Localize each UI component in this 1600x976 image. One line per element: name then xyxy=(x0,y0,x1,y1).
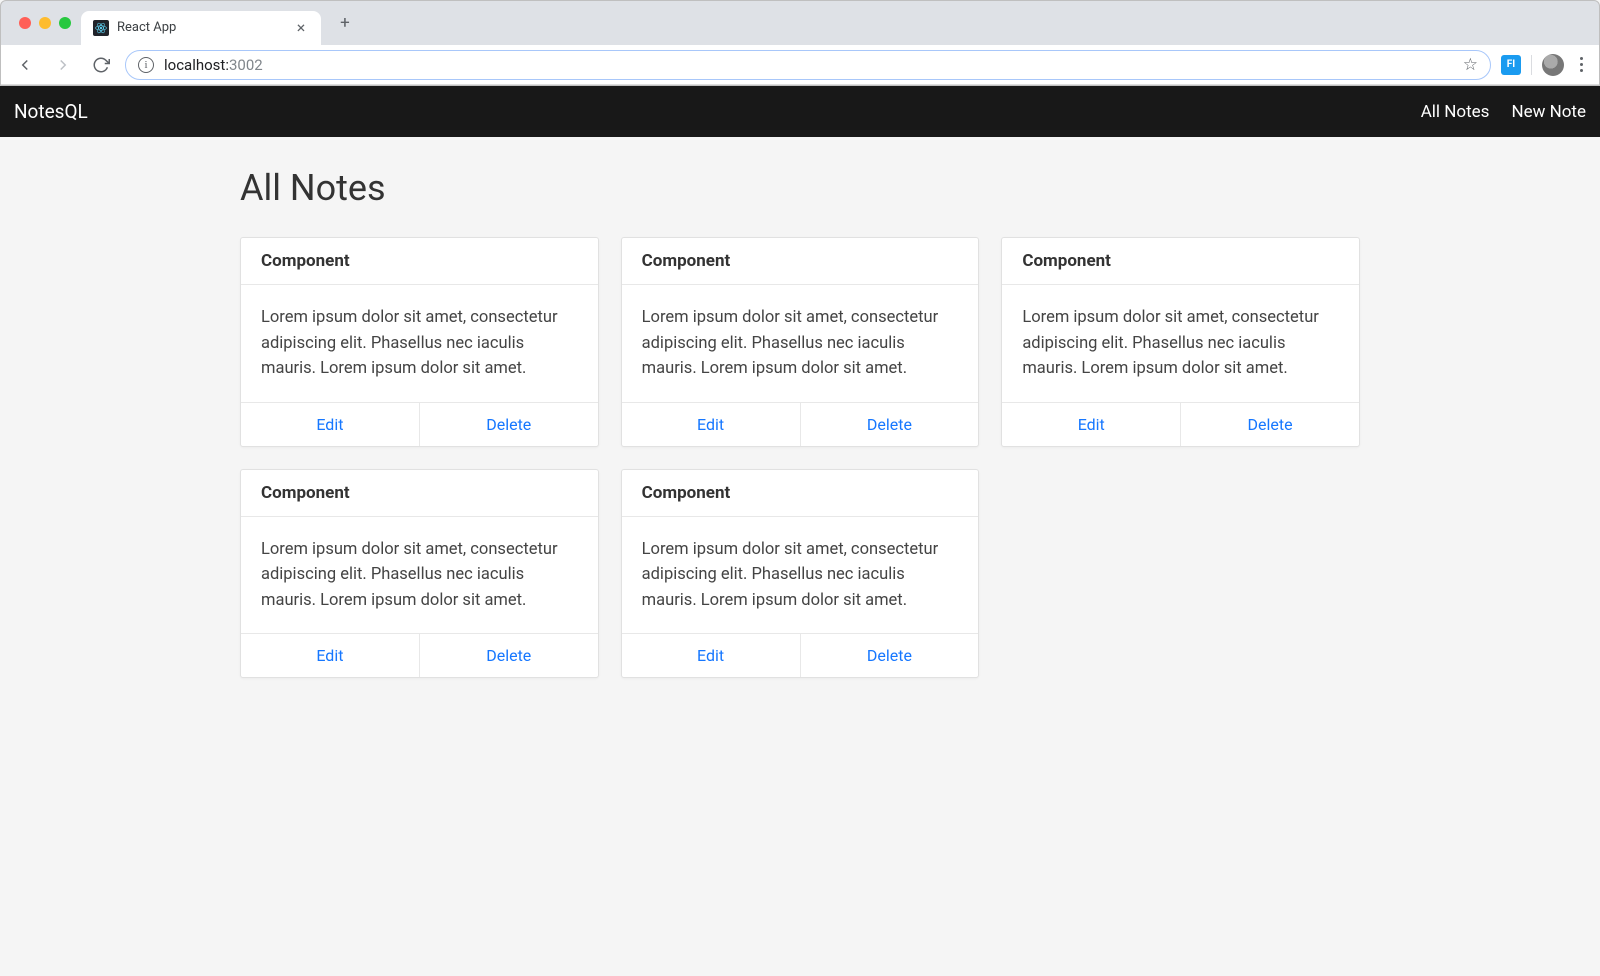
profile-avatar[interactable] xyxy=(1542,54,1564,76)
note-card-body: Lorem ipsum dolor sit amet, consectetur … xyxy=(1002,285,1359,402)
extension-icon[interactable]: FI xyxy=(1501,55,1521,75)
tab-close-button[interactable]: × xyxy=(293,18,309,37)
browser-menu-button[interactable] xyxy=(1574,57,1589,72)
reload-button[interactable] xyxy=(87,51,115,79)
back-button[interactable] xyxy=(11,51,39,79)
browser-chrome: React App × + i localhost:3002 ☆ FI xyxy=(0,0,1600,86)
delete-button[interactable]: Delete xyxy=(420,403,598,446)
note-card-body: Lorem ipsum dolor sit amet, consectetur … xyxy=(241,517,598,634)
tab-strip: React App × + xyxy=(1,1,1599,45)
note-card-actions: EditDelete xyxy=(241,402,598,446)
note-card-actions: EditDelete xyxy=(622,633,979,677)
note-card-actions: EditDelete xyxy=(241,633,598,677)
note-card: ComponentLorem ipsum dolor sit amet, con… xyxy=(621,237,980,447)
delete-button[interactable]: Delete xyxy=(801,634,979,677)
note-card-title: Component xyxy=(1002,238,1359,285)
edit-button[interactable]: Edit xyxy=(241,403,420,446)
delete-button[interactable]: Delete xyxy=(1181,403,1359,446)
address-bar[interactable]: i localhost:3002 ☆ xyxy=(125,50,1491,80)
delete-button[interactable]: Delete xyxy=(801,403,979,446)
note-card-actions: EditDelete xyxy=(1002,402,1359,446)
edit-button[interactable]: Edit xyxy=(241,634,420,677)
delete-button[interactable]: Delete xyxy=(420,634,598,677)
note-card-body: Lorem ipsum dolor sit amet, consectetur … xyxy=(241,285,598,402)
edit-button[interactable]: Edit xyxy=(622,634,801,677)
browser-toolbar: i localhost:3002 ☆ FI xyxy=(1,45,1599,85)
note-card-title: Component xyxy=(622,238,979,285)
url-text: localhost:3002 xyxy=(164,56,263,74)
note-card: ComponentLorem ipsum dolor sit amet, con… xyxy=(240,469,599,679)
note-card: ComponentLorem ipsum dolor sit amet, con… xyxy=(1001,237,1360,447)
page-content: All Notes ComponentLorem ipsum dolor sit… xyxy=(0,137,1600,708)
note-card-title: Component xyxy=(241,238,598,285)
window-controls xyxy=(11,17,81,29)
nav-link-all-notes[interactable]: All Notes xyxy=(1421,102,1490,122)
browser-tab[interactable]: React App × xyxy=(81,11,321,45)
brand-logo[interactable]: NotesQL xyxy=(14,100,88,123)
window-close-button[interactable] xyxy=(19,17,31,29)
note-card-title: Component xyxy=(241,470,598,517)
site-info-icon[interactable]: i xyxy=(138,57,154,73)
nav-link-new-note[interactable]: New Note xyxy=(1511,102,1586,122)
edit-button[interactable]: Edit xyxy=(622,403,801,446)
note-card-title: Component xyxy=(622,470,979,517)
forward-button[interactable] xyxy=(49,51,77,79)
toolbar-divider xyxy=(1531,55,1532,75)
note-card-actions: EditDelete xyxy=(622,402,979,446)
app-navbar: NotesQL All Notes New Note xyxy=(0,86,1600,137)
react-favicon-icon xyxy=(93,20,109,36)
edit-button[interactable]: Edit xyxy=(1002,403,1181,446)
note-card: ComponentLorem ipsum dolor sit amet, con… xyxy=(621,469,980,679)
note-card-body: Lorem ipsum dolor sit amet, consectetur … xyxy=(622,517,979,634)
window-maximize-button[interactable] xyxy=(59,17,71,29)
page-title: All Notes xyxy=(240,167,1360,209)
tab-title: React App xyxy=(117,20,285,35)
note-card-body: Lorem ipsum dolor sit amet, consectetur … xyxy=(622,285,979,402)
nav-links: All Notes New Note xyxy=(1421,102,1586,122)
window-minimize-button[interactable] xyxy=(39,17,51,29)
note-card: ComponentLorem ipsum dolor sit amet, con… xyxy=(240,237,599,447)
new-tab-button[interactable]: + xyxy=(331,9,359,37)
notes-grid: ComponentLorem ipsum dolor sit amet, con… xyxy=(240,237,1360,678)
bookmark-star-icon[interactable]: ☆ xyxy=(1463,55,1478,75)
